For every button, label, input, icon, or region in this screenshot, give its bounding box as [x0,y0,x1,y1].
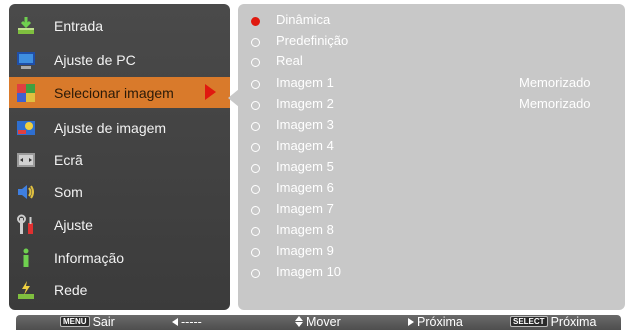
image-select-icon [15,82,37,104]
select-next-label: Próxima [550,315,597,329]
menu-item-ajuste[interactable]: Ajuste [9,209,230,240]
option-imagem-1[interactable]: Imagem 1 Memorizado [238,75,625,95]
radio-icon [251,38,260,47]
option-predefinicao[interactable]: Predefinição [238,33,625,53]
option-imagem-10[interactable]: Imagem 10 [238,264,625,284]
option-label: Imagem 5 [276,159,334,174]
option-status: Memorizado [519,96,591,111]
radio-icon [251,143,260,152]
option-label: Imagem 7 [276,201,334,216]
image-adjust-icon [15,117,37,139]
menu-item-entrada[interactable]: Entrada [9,10,230,41]
menu-item-label: Ajuste de PC [54,51,136,68]
option-label: Imagem 10 [276,264,342,279]
main-menu-panel: Entrada Ajuste de PC Selecionar imagem A… [9,4,230,310]
menu-item-label: Informação [54,249,125,266]
option-status: Memorizado [519,75,591,90]
back-label: ----- [181,315,202,329]
option-label: Imagem 1 [276,75,334,90]
screen-icon [15,149,37,171]
menu-item-ecra[interactable]: Ecrã [9,144,230,175]
wrench-icon [15,214,37,236]
option-imagem-7[interactable]: Imagem 7 [238,201,625,221]
menu-item-som[interactable]: Som [9,176,230,207]
exit-label: Sair [92,315,115,329]
radio-icon [251,101,260,110]
info-icon [15,247,37,269]
radio-icon [251,206,260,215]
option-label: Real [276,53,303,68]
menu-item-label: Ajuste de imagem [54,119,167,136]
menu-item-label: Som [54,183,83,200]
option-real[interactable]: Real [238,53,625,73]
option-imagem-3[interactable]: Imagem 3 [238,117,625,137]
submenu-panel: Dinâmica Predefinição Real Imagem 1 Memo… [238,4,625,310]
guide-bar: MENU Sair ----- Mover Próxima SELECT Próxi… [16,315,621,330]
menu-item-rede[interactable]: Rede [9,274,230,305]
menu-item-label: Ecrã [54,151,83,168]
option-label: Imagem 2 [276,96,334,111]
option-imagem-4[interactable]: Imagem 4 [238,138,625,158]
select-hint: SELECT Próxima [510,315,596,330]
menu-item-label: Ajuste [54,216,93,233]
menu-item-ajuste-pc[interactable]: Ajuste de PC [9,44,230,75]
network-icon [15,279,37,301]
move-label: Mover [306,315,341,329]
projector-menu-screen: Entrada Ajuste de PC Selecionar imagem A… [0,0,634,330]
radio-icon [251,227,260,236]
option-imagem-8[interactable]: Imagem 8 [238,222,625,242]
input-icon [15,15,37,37]
menu-item-selecionar-imagem[interactable]: Selecionar imagem [9,77,230,108]
radio-icon [251,58,260,67]
menu-item-label: Entrada [54,17,104,34]
option-label: Imagem 4 [276,138,334,153]
option-label: Imagem 6 [276,180,334,195]
radio-icon [251,185,260,194]
option-label: Predefinição [276,33,349,48]
menu-item-label: Rede [54,281,88,298]
select-key-icon: SELECT [510,316,548,327]
option-dinamica[interactable]: Dinâmica [238,12,625,32]
radio-icon [251,269,260,278]
menu-item-label: Selecionar imagem [54,84,174,101]
next-hint: Próxima [408,315,463,330]
option-imagem-2[interactable]: Imagem 2 Memorizado [238,96,625,116]
option-imagem-6[interactable]: Imagem 6 [238,180,625,200]
option-label: Imagem 9 [276,243,334,258]
move-hint: Mover [295,315,341,330]
back-hint: ----- [172,315,202,330]
selection-arrow-icon [205,84,216,100]
radio-icon [251,164,260,173]
exit-hint: MENU Sair [60,315,115,330]
menu-item-ajuste-imagem[interactable]: Ajuste de imagem [9,112,230,143]
menu-key-icon: MENU [60,316,90,327]
up-down-arrow-icon [295,316,303,327]
speaker-icon [15,181,37,203]
right-arrow-icon [408,318,414,326]
option-label: Imagem 8 [276,222,334,237]
radio-icon [251,248,260,257]
option-label: Imagem 3 [276,117,334,132]
option-imagem-5[interactable]: Imagem 5 [238,159,625,179]
menu-item-informacao[interactable]: Informação [9,242,230,273]
option-label: Dinâmica [276,12,331,27]
pc-monitor-icon [15,49,37,71]
option-imagem-9[interactable]: Imagem 9 [238,243,625,263]
radio-icon [251,122,260,131]
radio-selected-icon [251,17,260,26]
left-arrow-icon [172,318,178,326]
radio-icon [251,80,260,89]
next-label: Próxima [417,315,463,329]
